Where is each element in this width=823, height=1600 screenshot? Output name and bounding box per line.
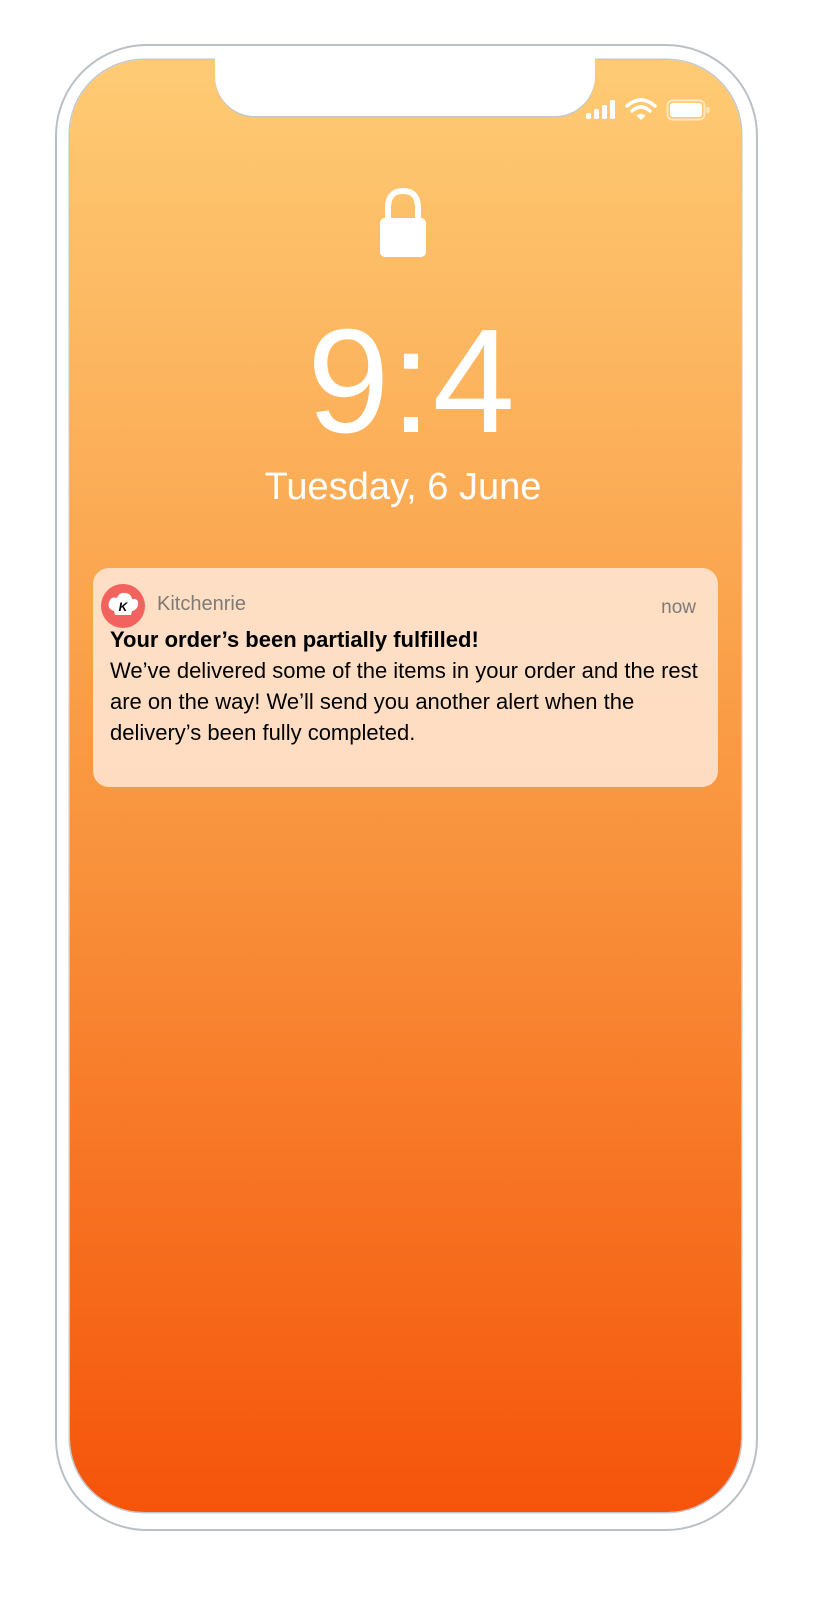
status-bar — [584, 96, 714, 124]
notch — [215, 58, 595, 116]
notification-title: Your order’s been partially fulfilled! — [110, 627, 479, 652]
wifi-icon — [625, 98, 657, 120]
notification-body: We’ve delivered some of the items in you… — [110, 658, 698, 745]
app-icon: K — [101, 584, 145, 628]
app-icon-letter: K — [119, 600, 129, 614]
lock-screen-date: Tuesday, 6 June — [264, 466, 542, 508]
notification-app-name: Kitchenrie — [157, 593, 246, 615]
chef-hat-icon: K — [108, 592, 139, 615]
lock-screen-time: 9:4 — [307, 299, 516, 464]
battery-icon — [666, 99, 710, 121]
lock-icon — [380, 187, 426, 257]
notification-timestamp: now — [661, 597, 696, 618]
cellular-signal-icon — [586, 100, 615, 119]
